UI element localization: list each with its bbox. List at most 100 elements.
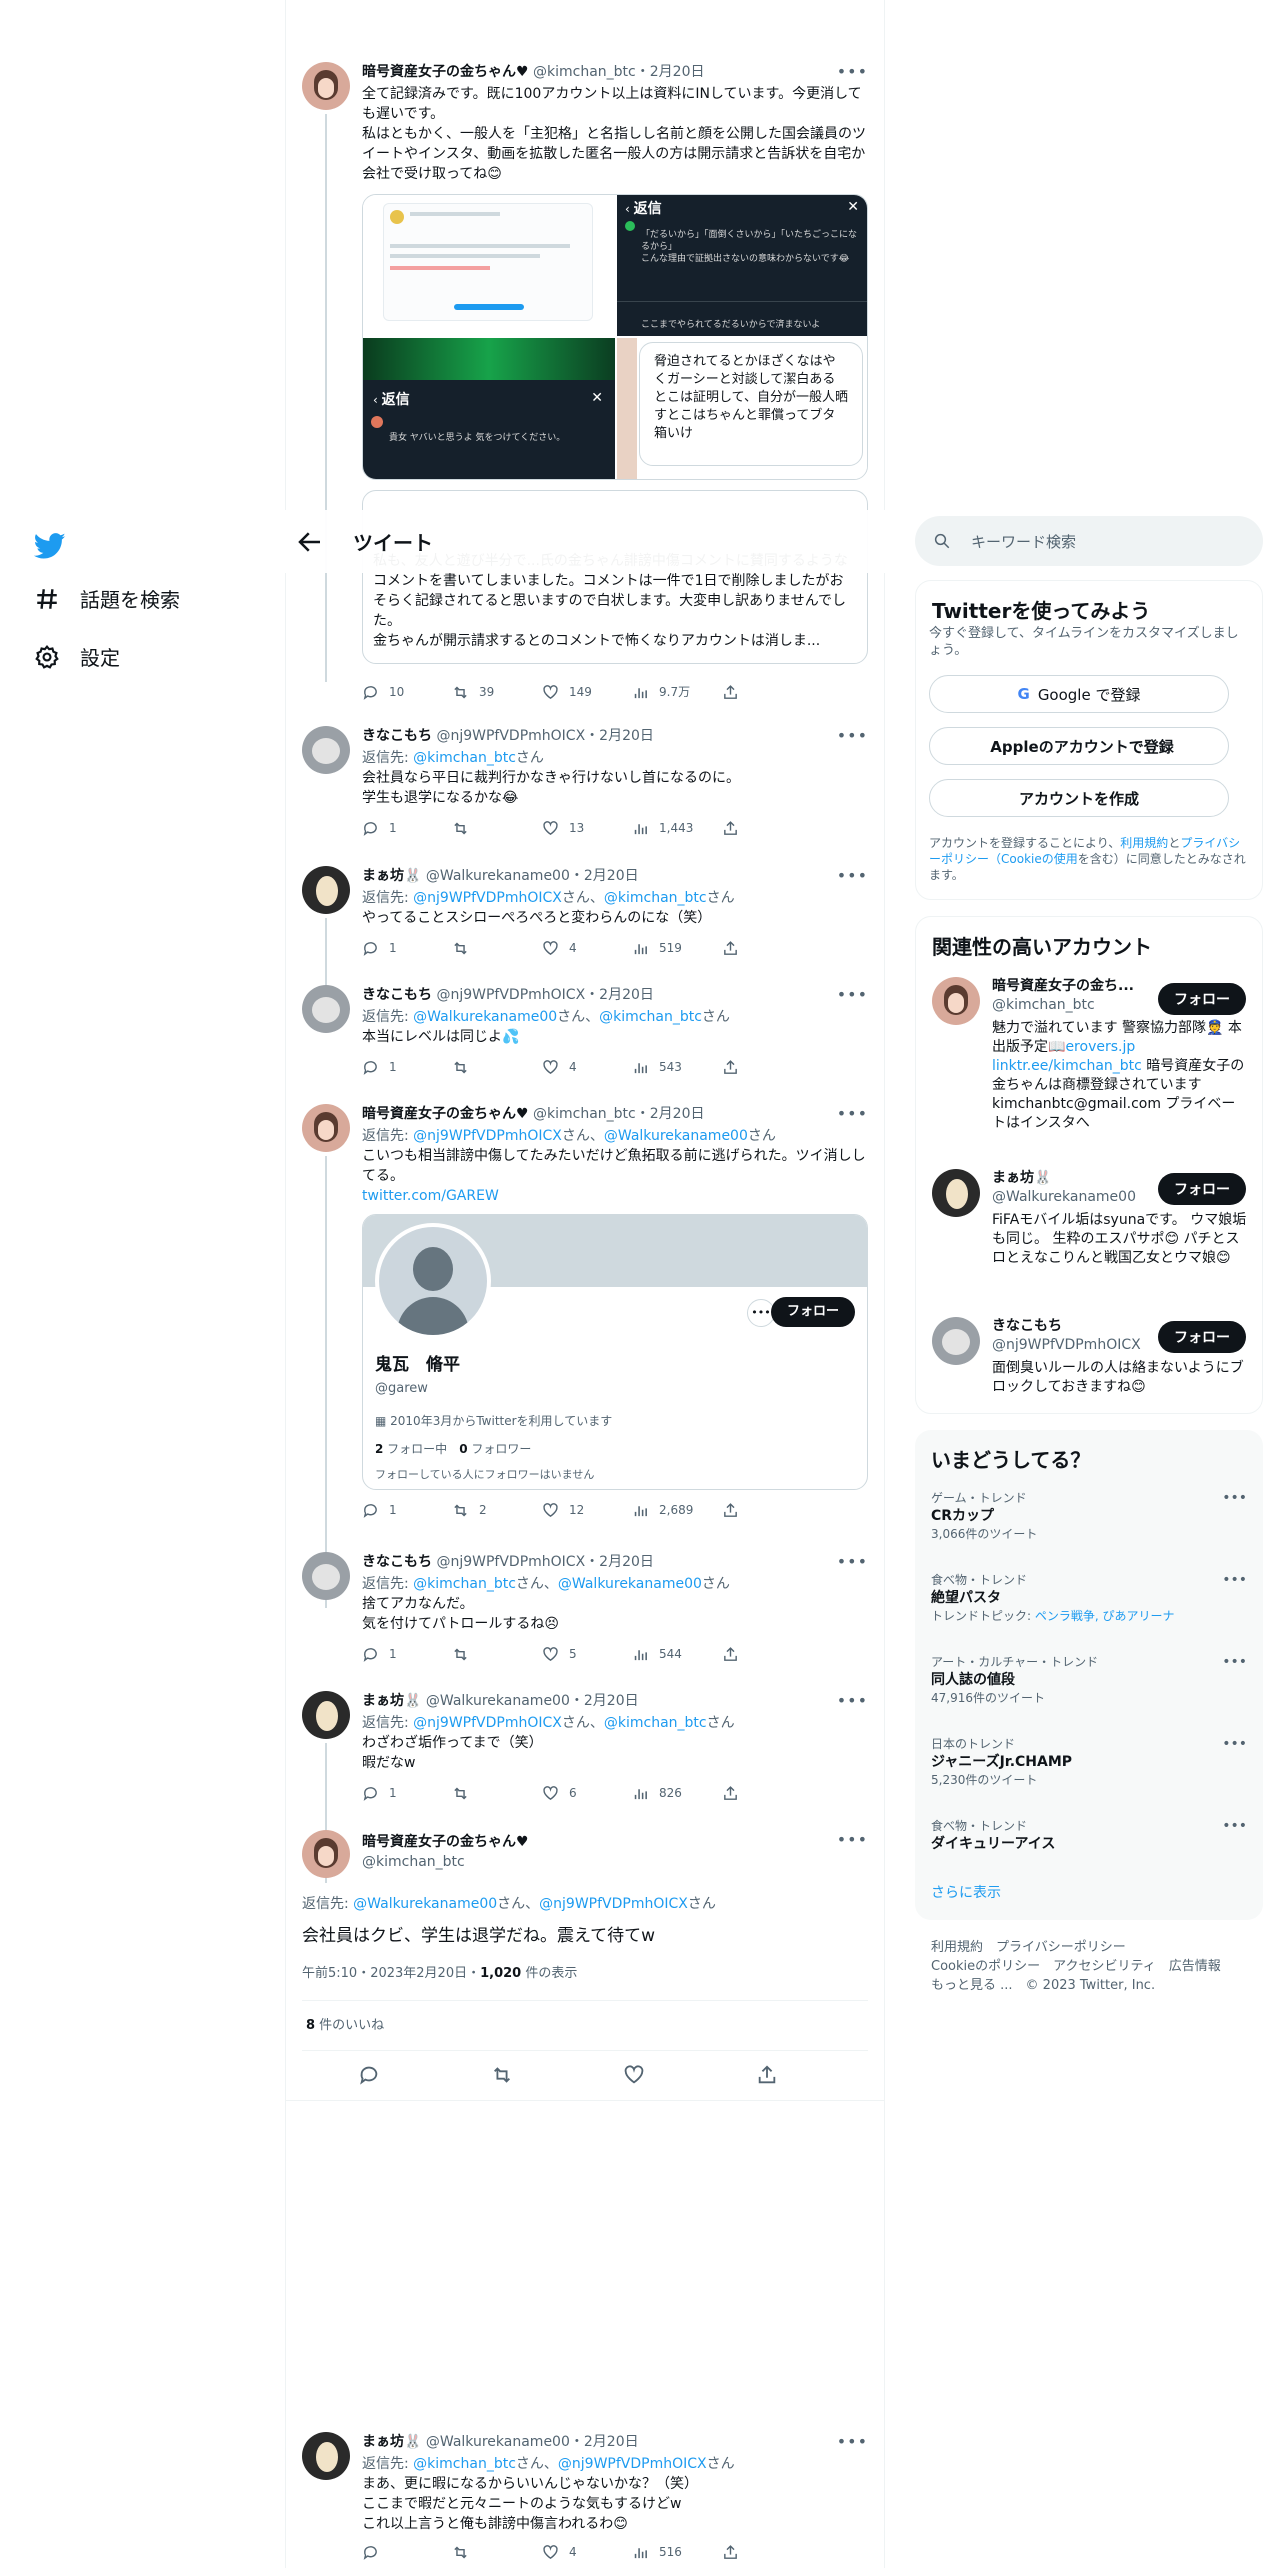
share-button[interactable] — [722, 940, 749, 957]
like-button[interactable]: 4 — [542, 2542, 632, 2562]
tweet-8[interactable]: まぁ坊🐰 @Walkurekaname00・2月20日 ••• 返信先: @ki… — [302, 2432, 868, 2568]
handle[interactable]: @nj9WPfVDPmhOICX — [436, 728, 585, 744]
trend-item[interactable]: 食べ物・トレンド ダイキュリーアイス ••• — [931, 1818, 1247, 1854]
retweet-button[interactable] — [452, 2544, 542, 2561]
more-options-icon[interactable]: ••• — [837, 1830, 868, 1850]
views-button[interactable]: 1,443 — [632, 818, 722, 838]
media-image-2[interactable]: ‹ 返信 ✕ 「だるいから」「面倒くさいから」「いたちごっこになるから」 こんな… — [617, 195, 867, 336]
more-options-icon[interactable]: ••• — [837, 985, 868, 1005]
bio-link[interactable]: linktr.ee/kimchan_btc — [992, 1058, 1142, 1074]
profile-card[interactable]: ••• フォロー 鬼瓦 脩平 @garew ▦ 2010年3月からTwitter… — [362, 1214, 868, 1490]
share-button[interactable] — [722, 2544, 749, 2561]
heart-icon[interactable] — [623, 2064, 645, 2086]
display-name[interactable]: まぁ坊🐰 — [362, 868, 421, 884]
nav-explore[interactable]: 話題を検索 — [34, 584, 180, 613]
trend-item[interactable]: 日本のトレンド ジャニーズJr.CHAMP 5,230件のツイート ••• — [931, 1736, 1247, 1788]
display-name[interactable]: まぁ坊🐰 — [362, 1693, 421, 1709]
handle[interactable]: @Walkurekaname00 — [426, 868, 570, 884]
display-name[interactable]: きなこもち — [362, 1554, 432, 1570]
handle[interactable]: @kimchan_btc — [362, 1852, 529, 1872]
more-options-icon[interactable]: ••• — [1222, 1490, 1247, 1506]
tweet-6[interactable]: きなこもち @nj9WPfVDPmhOICX・2月20日 ••• 返信先: @k… — [302, 1552, 868, 1682]
avatar[interactable] — [302, 985, 350, 1033]
handle[interactable]: @kimchan_btc — [533, 64, 636, 80]
more-options-icon[interactable]: ••• — [1222, 1654, 1247, 1670]
more-options-icon[interactable]: ••• — [837, 1552, 868, 1572]
apple-signup-button[interactable]: Appleのアカウントで登録 — [929, 727, 1229, 765]
footer-privacy-link[interactable]: プライバシーポリシー — [996, 1940, 1126, 1955]
follow-button[interactable]: フォロー — [1158, 1173, 1246, 1205]
mention-link[interactable]: @kimchan_btc — [599, 1009, 702, 1025]
mention-link[interactable]: @nj9WPfVDPmhOICX — [413, 1715, 562, 1731]
timestamp[interactable]: ・2月20日 — [636, 64, 705, 80]
like-button[interactable]: 149 — [542, 682, 632, 702]
trend-item[interactable]: アート・カルチャー・トレンド 同人誌の値段 47,916件のツイート ••• — [931, 1654, 1247, 1706]
show-more-link[interactable]: さらに表示 — [931, 1882, 1001, 1902]
avatar[interactable] — [932, 1169, 980, 1217]
reply-button[interactable]: 1 — [362, 938, 452, 958]
more-options-icon[interactable]: ••• — [1222, 1736, 1247, 1752]
share-button[interactable] — [722, 684, 749, 701]
back-arrow-icon[interactable] — [295, 527, 325, 557]
avatar[interactable] — [302, 62, 350, 110]
follow-button[interactable]: フォロー — [1158, 983, 1246, 1015]
retweet-button[interactable] — [452, 1646, 542, 1663]
footer-terms-link[interactable]: 利用規約 — [931, 1940, 983, 1955]
tweet-5[interactable]: 暗号資産女子の金ちゃん♥ @kimchan_btc・2月20日 ••• 返信先:… — [302, 1104, 868, 1608]
tweet-7[interactable]: まぁ坊🐰 @Walkurekaname00・2月20日 ••• 返信先: @nj… — [302, 1691, 868, 1883]
views-button[interactable]: 543 — [632, 1057, 722, 1077]
like-button[interactable]: 12 — [542, 1500, 632, 1520]
handle[interactable]: @nj9WPfVDPmhOICX — [436, 1554, 585, 1570]
views-button[interactable]: 519 — [632, 938, 722, 958]
search-input[interactable]: キーワード検索 — [915, 516, 1263, 566]
tweet-media[interactable]: ‹ 返信 ✕ 「だるいから」「面倒くさいから」「いたちごっこになるから」 こんな… — [362, 194, 868, 480]
footer-accessibility-link[interactable]: アクセシビリティ — [1053, 1959, 1156, 1974]
like-button[interactable]: 4 — [542, 938, 632, 958]
share-button[interactable] — [722, 1059, 749, 1076]
tweet-3[interactable]: まぁ坊🐰 @Walkurekaname00・2月20日 ••• 返信先: @nj… — [302, 866, 868, 1028]
more-options-icon[interactable]: ••• — [1222, 1572, 1247, 1588]
reply-button[interactable]: 1 — [362, 1783, 452, 1803]
reply-button[interactable]: 1 — [362, 1644, 452, 1664]
views-button[interactable]: 544 — [632, 1644, 722, 1664]
timestamp[interactable]: ・2月20日 — [585, 987, 654, 1003]
more-options-icon[interactable]: ••• — [837, 2432, 868, 2452]
share-icon[interactable] — [756, 2064, 778, 2086]
nav-settings[interactable]: 設定 — [34, 642, 120, 671]
mention-link[interactable]: @kimchan_btc — [604, 1715, 707, 1731]
mention-link[interactable]: @nj9WPfVDPmhOICX — [413, 1128, 562, 1144]
more-options-icon[interactable]: ••• — [837, 1104, 868, 1124]
retweet-button[interactable] — [452, 820, 542, 837]
footer-more-link[interactable]: もっと見る ... — [931, 1978, 1013, 1993]
handle[interactable]: @Walkurekaname00 — [426, 1693, 570, 1709]
timestamp[interactable]: ・2月20日 — [570, 2434, 639, 2450]
share-button[interactable] — [722, 1502, 749, 1519]
mention-link[interactable]: @nj9WPfVDPmhOICX — [539, 1896, 688, 1912]
avatar[interactable] — [302, 2432, 350, 2480]
display-name[interactable]: 暗号資産女子の金ちゃん♥ — [362, 1106, 529, 1122]
display-name[interactable]: まぁ坊🐰 — [362, 2434, 421, 2450]
retweet-button[interactable]: 2 — [452, 1500, 542, 1520]
timestamp[interactable]: ・2月20日 — [585, 1554, 654, 1570]
retweet-button[interactable] — [452, 940, 542, 957]
views-button[interactable]: 2,689 — [632, 1500, 722, 1520]
avatar[interactable] — [302, 1691, 350, 1739]
timestamp[interactable]: ・2月20日 — [636, 1106, 705, 1122]
terms-link[interactable]: 利用規約 — [1120, 836, 1168, 850]
retweet-button[interactable] — [452, 1059, 542, 1076]
media-image-4[interactable]: 脅迫されてるとかほざくなはやくガーシーと対談して潔白あるとこは証明して、自分が一… — [617, 338, 867, 479]
tweet-4[interactable]: きなこもち @nj9WPfVDPmhOICX・2月20日 ••• 返信先: @W… — [302, 985, 868, 1095]
reply-button[interactable]: 10 — [362, 682, 452, 702]
media-image-1[interactable] — [363, 195, 615, 336]
avatar[interactable] — [302, 1104, 350, 1152]
mention-link[interactable]: @nj9WPfVDPmhOICX — [558, 2456, 707, 2472]
follow-button[interactable]: フォロー — [770, 1297, 855, 1327]
tweet-2[interactable]: きなこもち @nj9WPfVDPmhOICX・2月20日 ••• 返信先: @k… — [302, 726, 868, 846]
reply-button[interactable] — [362, 2544, 452, 2561]
reply-button[interactable]: 1 — [362, 1057, 452, 1077]
mention-link[interactable]: @kimchan_btc — [413, 750, 516, 766]
share-button[interactable] — [722, 1785, 749, 1802]
display-name[interactable]: 暗号資産女子の金ちゃん♥ — [362, 1834, 529, 1850]
tweet-link[interactable]: twitter.com/GAREW — [362, 1186, 868, 1206]
follow-button[interactable]: フォロー — [1158, 1321, 1246, 1353]
